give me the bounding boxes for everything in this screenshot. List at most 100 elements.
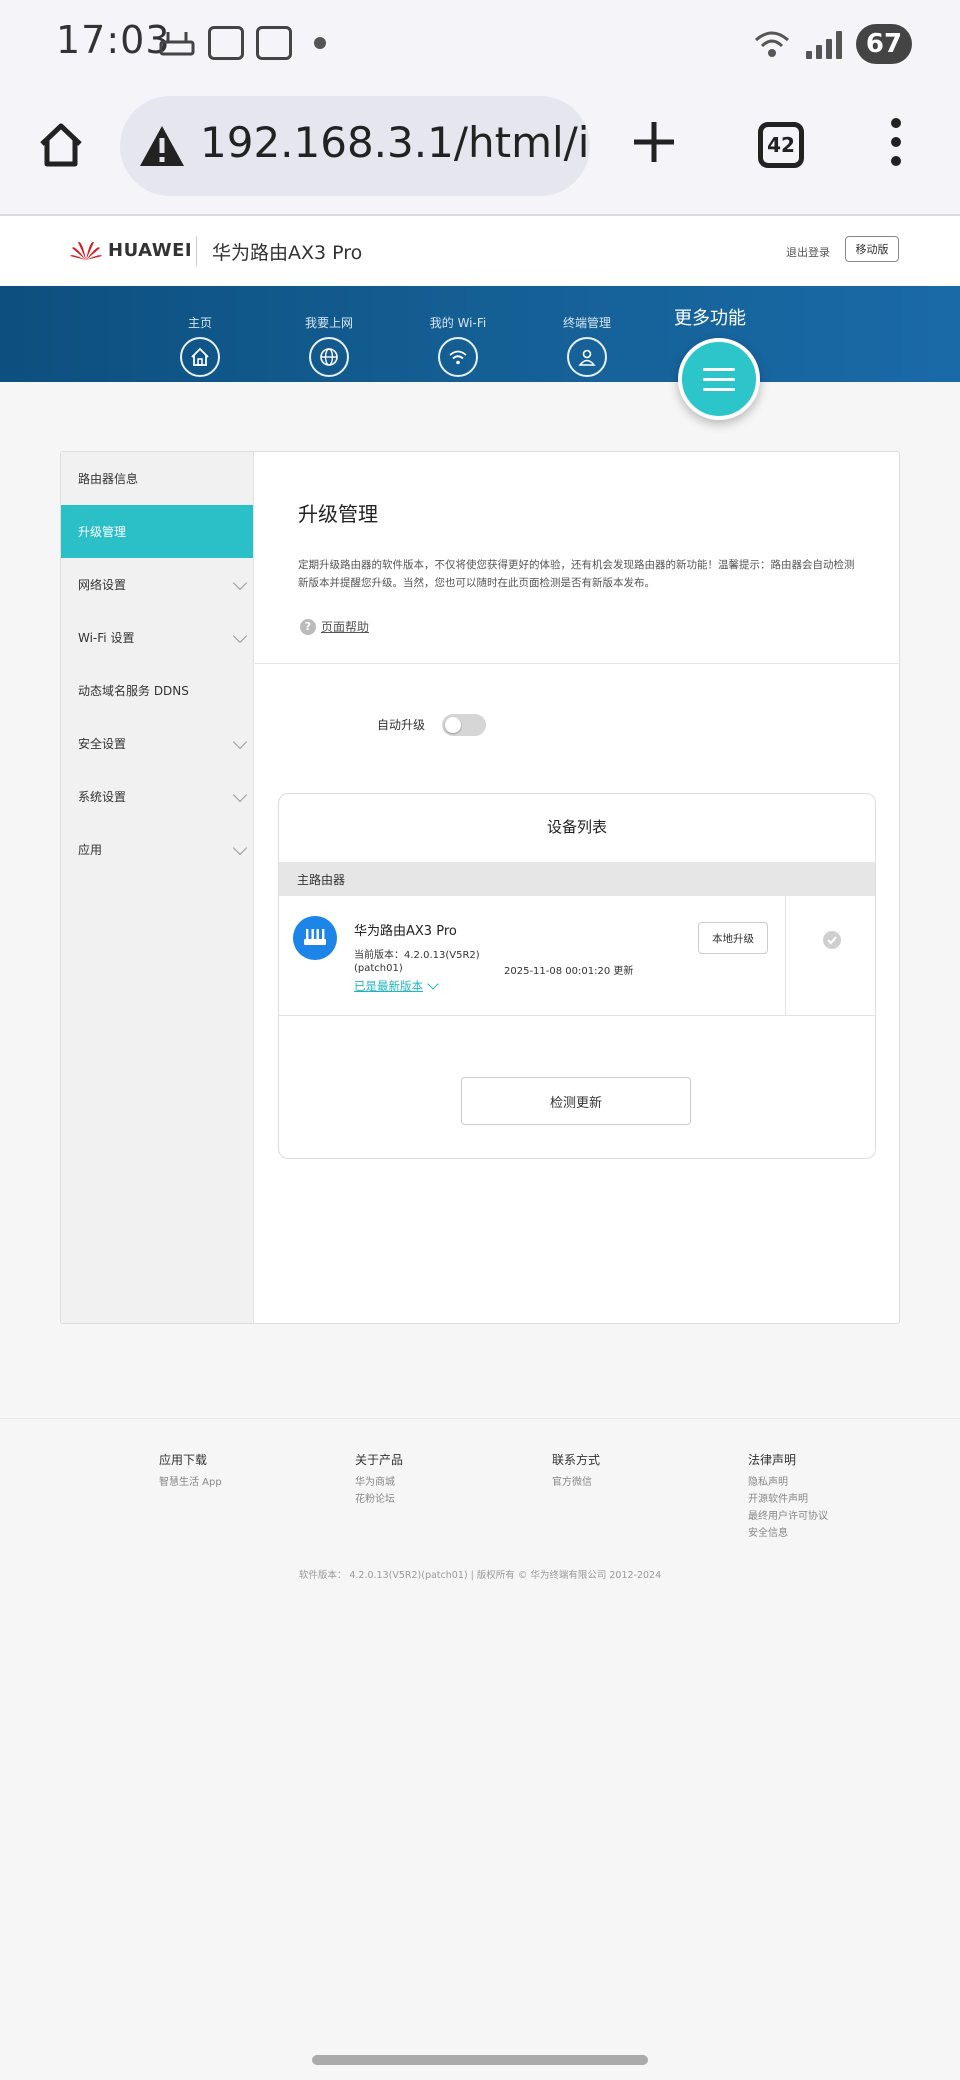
nav-label: 终端管理 xyxy=(562,316,611,330)
device-name: 华为路由AX3 Pro xyxy=(354,924,457,939)
product-title: 华为路由AX3 Pro xyxy=(212,242,363,264)
warning-icon[interactable] xyxy=(138,124,186,168)
status-bar: 17:03 67 xyxy=(0,0,960,88)
local-upgrade-button[interactable]: 本地升级 xyxy=(698,922,768,954)
auto-upgrade-toggle[interactable] xyxy=(442,714,486,736)
nav-label: 我的 Wi-Fi xyxy=(429,316,487,330)
footer-link[interactable]: 智慧生活 App xyxy=(159,1474,319,1491)
divider xyxy=(255,663,899,664)
chevron-down-icon xyxy=(232,734,248,750)
more-features-label: 更多功能 xyxy=(674,308,746,329)
sidebar-item-wifi[interactable]: Wi-Fi 设置 xyxy=(61,611,253,664)
footer-link[interactable]: 华为商城 xyxy=(355,1474,515,1491)
screenshot-icon xyxy=(256,26,292,60)
toggle-knob xyxy=(445,717,461,733)
nav-wifi[interactable]: 我的 Wi-Fi xyxy=(413,314,503,377)
header-divider xyxy=(196,236,197,266)
device-list-title: 设备列表 xyxy=(546,818,607,836)
footer-link[interactable]: 最终用户许可协议 xyxy=(748,1508,908,1525)
help-link-text[interactable]: 页面帮助 xyxy=(321,618,369,635)
chevron-down-icon xyxy=(232,787,248,803)
device-list-card: 设备列表 主路由器 华为路由AX3 Pro 当前版本：4.2.0.13(V5R2… xyxy=(278,793,876,1159)
new-tab-icon[interactable] xyxy=(632,120,676,164)
sidebar-item-router-info[interactable]: 路由器信息 xyxy=(61,452,253,505)
latest-version-text[interactable]: 已是最新版本 xyxy=(354,978,423,994)
footer-column-contact: 联系方式 官方微信 xyxy=(552,1451,712,1491)
more-features-button[interactable] xyxy=(678,338,760,420)
footer-column-title: 关于产品 xyxy=(355,1453,404,1467)
row-divider xyxy=(785,896,786,1015)
check-update-button[interactable]: 检测更新 xyxy=(461,1077,691,1125)
browser-toolbar: 192.168.3.1/html/index 42 xyxy=(0,88,960,216)
help-icon: ? xyxy=(300,618,316,635)
page-description: 定期升级路由器的软件版本，不仅将使您获得更好的体验，还有机会发现路由器的新功能！… xyxy=(298,559,855,589)
chevron-down-icon xyxy=(232,840,248,856)
nav-label: 主页 xyxy=(187,316,212,330)
globe-icon xyxy=(309,337,349,377)
footer-column-legal: 法律声明 隐私声明 开源软件声明 最终用户许可协议 安全信息 xyxy=(748,1451,908,1542)
url-text[interactable]: 192.168.3.1/html/index xyxy=(200,118,590,167)
menu-icon xyxy=(703,367,735,371)
nav-internet[interactable]: 我要上网 xyxy=(284,314,374,377)
mobile-version-button[interactable]: 移动版 xyxy=(845,236,899,262)
dot-icon xyxy=(314,37,326,49)
footer-column-title: 应用下载 xyxy=(159,1453,208,1467)
brand-name: HUAWEI xyxy=(108,239,193,261)
sidebar-item-apps[interactable]: 应用 xyxy=(61,823,253,876)
sidebar: 路由器信息 升级管理 网络设置 Wi-Fi 设置 动态域名服务 DDNS 安全设… xyxy=(61,452,254,1323)
user-icon xyxy=(567,337,607,377)
device-group-header: 主路由器 xyxy=(279,862,875,896)
wifi-icon xyxy=(438,337,478,377)
footer-link[interactable]: 安全信息 xyxy=(748,1525,908,1542)
chevron-down-icon xyxy=(232,575,248,591)
tab-switcher-button[interactable]: 42 xyxy=(758,122,804,168)
battery-icon: 67 xyxy=(856,24,912,64)
footer-column-product: 关于产品 华为商城 花粉论坛 xyxy=(355,1451,515,1508)
page-title: 升级管理 xyxy=(298,502,378,526)
help-link[interactable]: ? 页面帮助 xyxy=(300,618,369,635)
footer: 应用下载 智慧生活 App 关于产品 华为商城 花粉论坛 联系方式 官方微信 法… xyxy=(0,1418,960,1598)
home-icon xyxy=(180,337,220,377)
device-row: 华为路由AX3 Pro 当前版本：4.2.0.13(V5R2)(patch01)… xyxy=(279,896,875,1016)
chevron-down-icon xyxy=(427,977,439,990)
sidebar-item-security[interactable]: 安全设置 xyxy=(61,717,253,770)
nav-label: 我要上网 xyxy=(304,316,353,330)
more-menu-icon[interactable] xyxy=(890,118,902,166)
chevron-down-icon xyxy=(232,628,248,644)
footer-link[interactable]: 花粉论坛 xyxy=(355,1491,515,1508)
latest-version-link[interactable]: 已是最新版本 xyxy=(354,977,439,994)
auto-upgrade-label: 自动升级 xyxy=(377,718,426,732)
nav-home[interactable]: 主页 xyxy=(155,314,245,377)
sidebar-item-upgrade[interactable]: 升级管理 xyxy=(61,505,253,558)
footer-link[interactable]: 隐私声明 xyxy=(748,1474,908,1491)
main-nav: 主页 我要上网 我的 Wi-Fi 终端管理 更多功能 xyxy=(0,286,960,382)
gesture-bar[interactable] xyxy=(312,2055,648,2065)
home-icon[interactable] xyxy=(36,120,86,170)
footer-column-app: 应用下载 智慧生活 App xyxy=(159,1451,319,1491)
address-bar[interactable]: 192.168.3.1/html/index xyxy=(120,96,590,196)
router-header: HUAWEI 华为路由AX3 Pro 退出登录 移动版 xyxy=(0,216,960,286)
copyright-text: 软件版本： 4.2.0.13(V5R2)(patch01) | 版权所有 © 华… xyxy=(298,1570,662,1581)
content-area: 升级管理 定期升级路由器的软件版本，不仅将使您获得更好的体验，还有机会发现路由器… xyxy=(255,452,899,1323)
notification-icons xyxy=(158,26,326,60)
logout-link[interactable]: 退出登录 xyxy=(786,244,830,260)
check-icon[interactable] xyxy=(823,931,841,949)
huawei-flower-icon xyxy=(70,241,102,260)
signal-icon xyxy=(806,29,842,59)
sidebar-item-ddns[interactable]: 动态域名服务 DDNS xyxy=(61,664,253,717)
main-panel: 路由器信息 升级管理 网络设置 Wi-Fi 设置 动态域名服务 DDNS 安全设… xyxy=(60,451,900,1324)
sidebar-item-network[interactable]: 网络设置 xyxy=(61,558,253,611)
device-update-time: 2025-11-08 00:01:20 更新 xyxy=(504,966,634,977)
router-icon xyxy=(293,916,337,960)
wifi-icon xyxy=(755,31,789,57)
sidebar-item-system[interactable]: 系统设置 xyxy=(61,770,253,823)
huawei-logo: HUAWEI xyxy=(70,238,192,262)
footer-column-title: 联系方式 xyxy=(552,1453,601,1467)
footer-column-title: 法律声明 xyxy=(748,1453,797,1467)
footer-link[interactable]: 官方微信 xyxy=(552,1474,712,1491)
nav-devices[interactable]: 终端管理 xyxy=(542,314,632,377)
call-icon xyxy=(208,26,244,60)
device-version: 当前版本：4.2.0.13(V5R2)(patch01) xyxy=(354,950,480,974)
router-icon xyxy=(159,32,195,56)
footer-link[interactable]: 开源软件声明 xyxy=(748,1491,908,1508)
